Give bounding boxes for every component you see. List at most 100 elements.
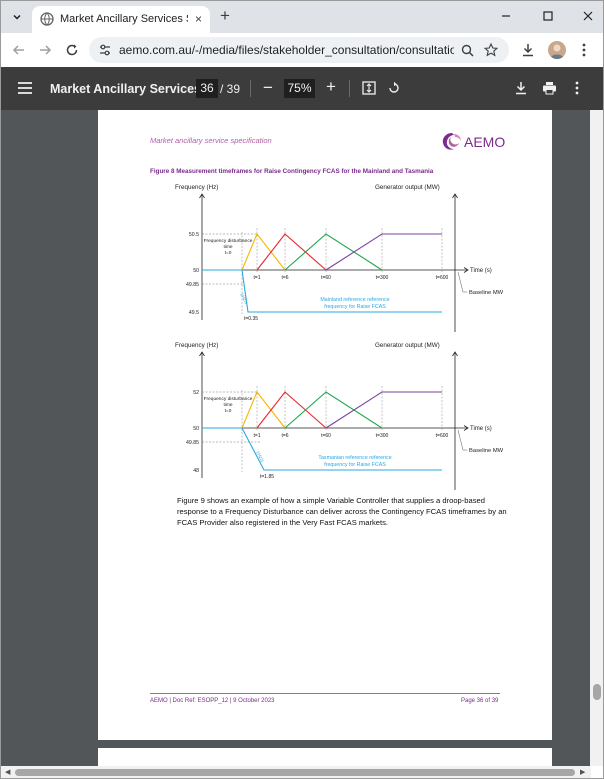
x-axis-label: Time (s)	[470, 268, 492, 274]
fit-page-icon	[362, 81, 376, 95]
zoom-level-input[interactable]: 75%	[284, 79, 315, 98]
y2-axis-label: Generator output (MW)	[375, 342, 440, 349]
zoom-in-button[interactable]: +	[323, 78, 339, 96]
page-total: / 39	[220, 82, 241, 96]
x-tick-label: t=1.85	[260, 474, 274, 480]
aemo-logo: AEMO	[442, 133, 505, 150]
scroll-left-icon[interactable]: ◀	[5, 768, 10, 776]
x-tick-label: t=300	[376, 275, 389, 281]
profile-avatar[interactable]	[548, 41, 566, 59]
y-tick-label: 49.85	[186, 282, 199, 288]
reload-button[interactable]	[63, 41, 81, 59]
minimize-icon	[502, 15, 510, 17]
tab-active[interactable]: Market Ancillary Services Specif... ×	[32, 6, 210, 33]
close-window-button[interactable]	[578, 7, 598, 27]
disturbance-label: t=0	[225, 408, 232, 414]
y-axis-label: Frequency (Hz)	[175, 184, 218, 191]
x-tick-label: t=60	[321, 433, 331, 439]
footer-divider	[150, 693, 500, 694]
y2-axis-label: Generator output (MW)	[375, 184, 440, 191]
pdf-toolbar: Market Ancillary Services... 36 / 39 − 7…	[1, 67, 603, 110]
bookmark-star-icon[interactable]	[483, 42, 499, 58]
x-tick-label: t=1	[253, 275, 260, 281]
y-tick-label: 49.5	[189, 310, 199, 316]
x-tick-label: t=6	[281, 275, 288, 281]
rotate-icon	[389, 81, 399, 93]
site-settings-icon[interactable]	[98, 43, 112, 57]
forward-button[interactable]	[36, 41, 54, 59]
maximize-icon	[543, 11, 553, 21]
tab-search-button[interactable]	[7, 7, 27, 27]
pdf-viewer[interactable]: Market ancillary service specification A…	[1, 110, 603, 766]
arrow-right-icon	[40, 45, 52, 55]
y-tick-label: 50	[193, 268, 199, 274]
document-header: Market ancillary service specification	[150, 136, 272, 145]
y-tick-label: 50.5	[189, 232, 199, 238]
x-axis-label: Time (s)	[470, 426, 492, 432]
x-tick-label: t=300	[376, 433, 389, 439]
close-tab-icon[interactable]: ×	[192, 13, 205, 26]
zoom-out-button[interactable]: −	[260, 79, 276, 97]
page-number-input[interactable]: 36	[196, 79, 218, 98]
baseline-leader	[457, 271, 467, 293]
series-line	[325, 391, 442, 429]
pdf-title: Market Ancillary Services...	[50, 82, 212, 96]
chevron-down-icon	[13, 14, 21, 20]
disturbance-label: time	[223, 244, 232, 250]
reference-label: Tasmanian reference reference	[318, 455, 391, 461]
fit-to-page-button[interactable]	[361, 80, 377, 96]
menu-icon[interactable]	[17, 80, 33, 96]
maximize-button[interactable]	[538, 7, 558, 27]
chrome-menu-button[interactable]	[575, 41, 593, 59]
footer-page-number: Page 36 of 39	[461, 698, 499, 704]
x-tick-label: t=600	[436, 433, 449, 439]
pdf-download-button[interactable]	[513, 80, 529, 96]
tab-strip: Market Ancillary Services Specif... × +	[1, 1, 603, 33]
new-tab-button[interactable]: +	[216, 7, 234, 26]
tab-title: Market Ancillary Services Specif...	[60, 13, 188, 25]
download-icon	[523, 44, 533, 57]
disturbance-label: Frequency disturbance	[204, 238, 253, 244]
horizontal-scrollbar[interactable]: ◀ ▶	[1, 766, 591, 778]
baseline-label: Baseline MW	[469, 448, 504, 454]
x-tick-label: t=600	[436, 275, 449, 281]
downloads-button[interactable]	[519, 41, 537, 59]
close-icon	[583, 11, 593, 21]
rotate-button[interactable]	[386, 80, 402, 96]
pdf-more-button[interactable]	[569, 80, 585, 96]
reference-label: frequency for Raise FCAS	[324, 304, 386, 310]
vertical-scrollbar[interactable]	[590, 110, 603, 766]
toolbar-divider	[349, 80, 350, 97]
arrow-left-icon	[12, 45, 24, 55]
y-tick-label: 50	[193, 426, 199, 432]
print-icon	[542, 82, 556, 95]
footer-doc-ref: AEMO | Doc Ref: ESOPP_12 | 9 October 202…	[150, 698, 275, 704]
back-button[interactable]	[10, 41, 28, 59]
body-paragraph: Figure 9 shows an example of how a simpl…	[177, 496, 507, 527]
url-text[interactable]: aemo.com.au/-/media/files/stakeholder_co…	[119, 43, 454, 57]
toolbar-divider	[250, 80, 251, 97]
y-tick-label: 48	[193, 468, 199, 474]
pdf-page: Market ancillary service specification A…	[98, 110, 552, 740]
horizontal-scroll-thumb[interactable]	[15, 769, 575, 776]
scroll-right-icon[interactable]: ▶	[580, 768, 585, 776]
search-icon[interactable]	[459, 42, 475, 58]
x-tick-label: t=6	[281, 433, 288, 439]
print-button[interactable]	[541, 80, 557, 96]
address-bar[interactable]: aemo.com.au/-/media/files/stakeholder_co…	[89, 37, 509, 63]
x-tick-label: t=1	[253, 433, 260, 439]
figure-caption: Figure 8 Measurement timeframes for Rais…	[150, 168, 434, 175]
vertical-scroll-thumb[interactable]	[593, 684, 601, 700]
fcas-chart: Frequency (Hz) Generator output (MW) Time …	[175, 184, 504, 490]
reference-label: Mainland reference reference	[320, 297, 389, 303]
logo-wordmark: AEMO	[464, 134, 505, 150]
download-icon	[516, 82, 526, 95]
y-axis-label: Frequency (Hz)	[175, 342, 218, 349]
reload-icon	[66, 44, 78, 56]
slope-label: 1Hz/s	[239, 292, 249, 305]
disturbance-label: t=0	[225, 250, 232, 256]
baseline-leader	[457, 429, 467, 451]
minimize-button[interactable]	[496, 7, 516, 27]
series-line	[325, 233, 442, 271]
more-vert-icon	[575, 81, 579, 95]
